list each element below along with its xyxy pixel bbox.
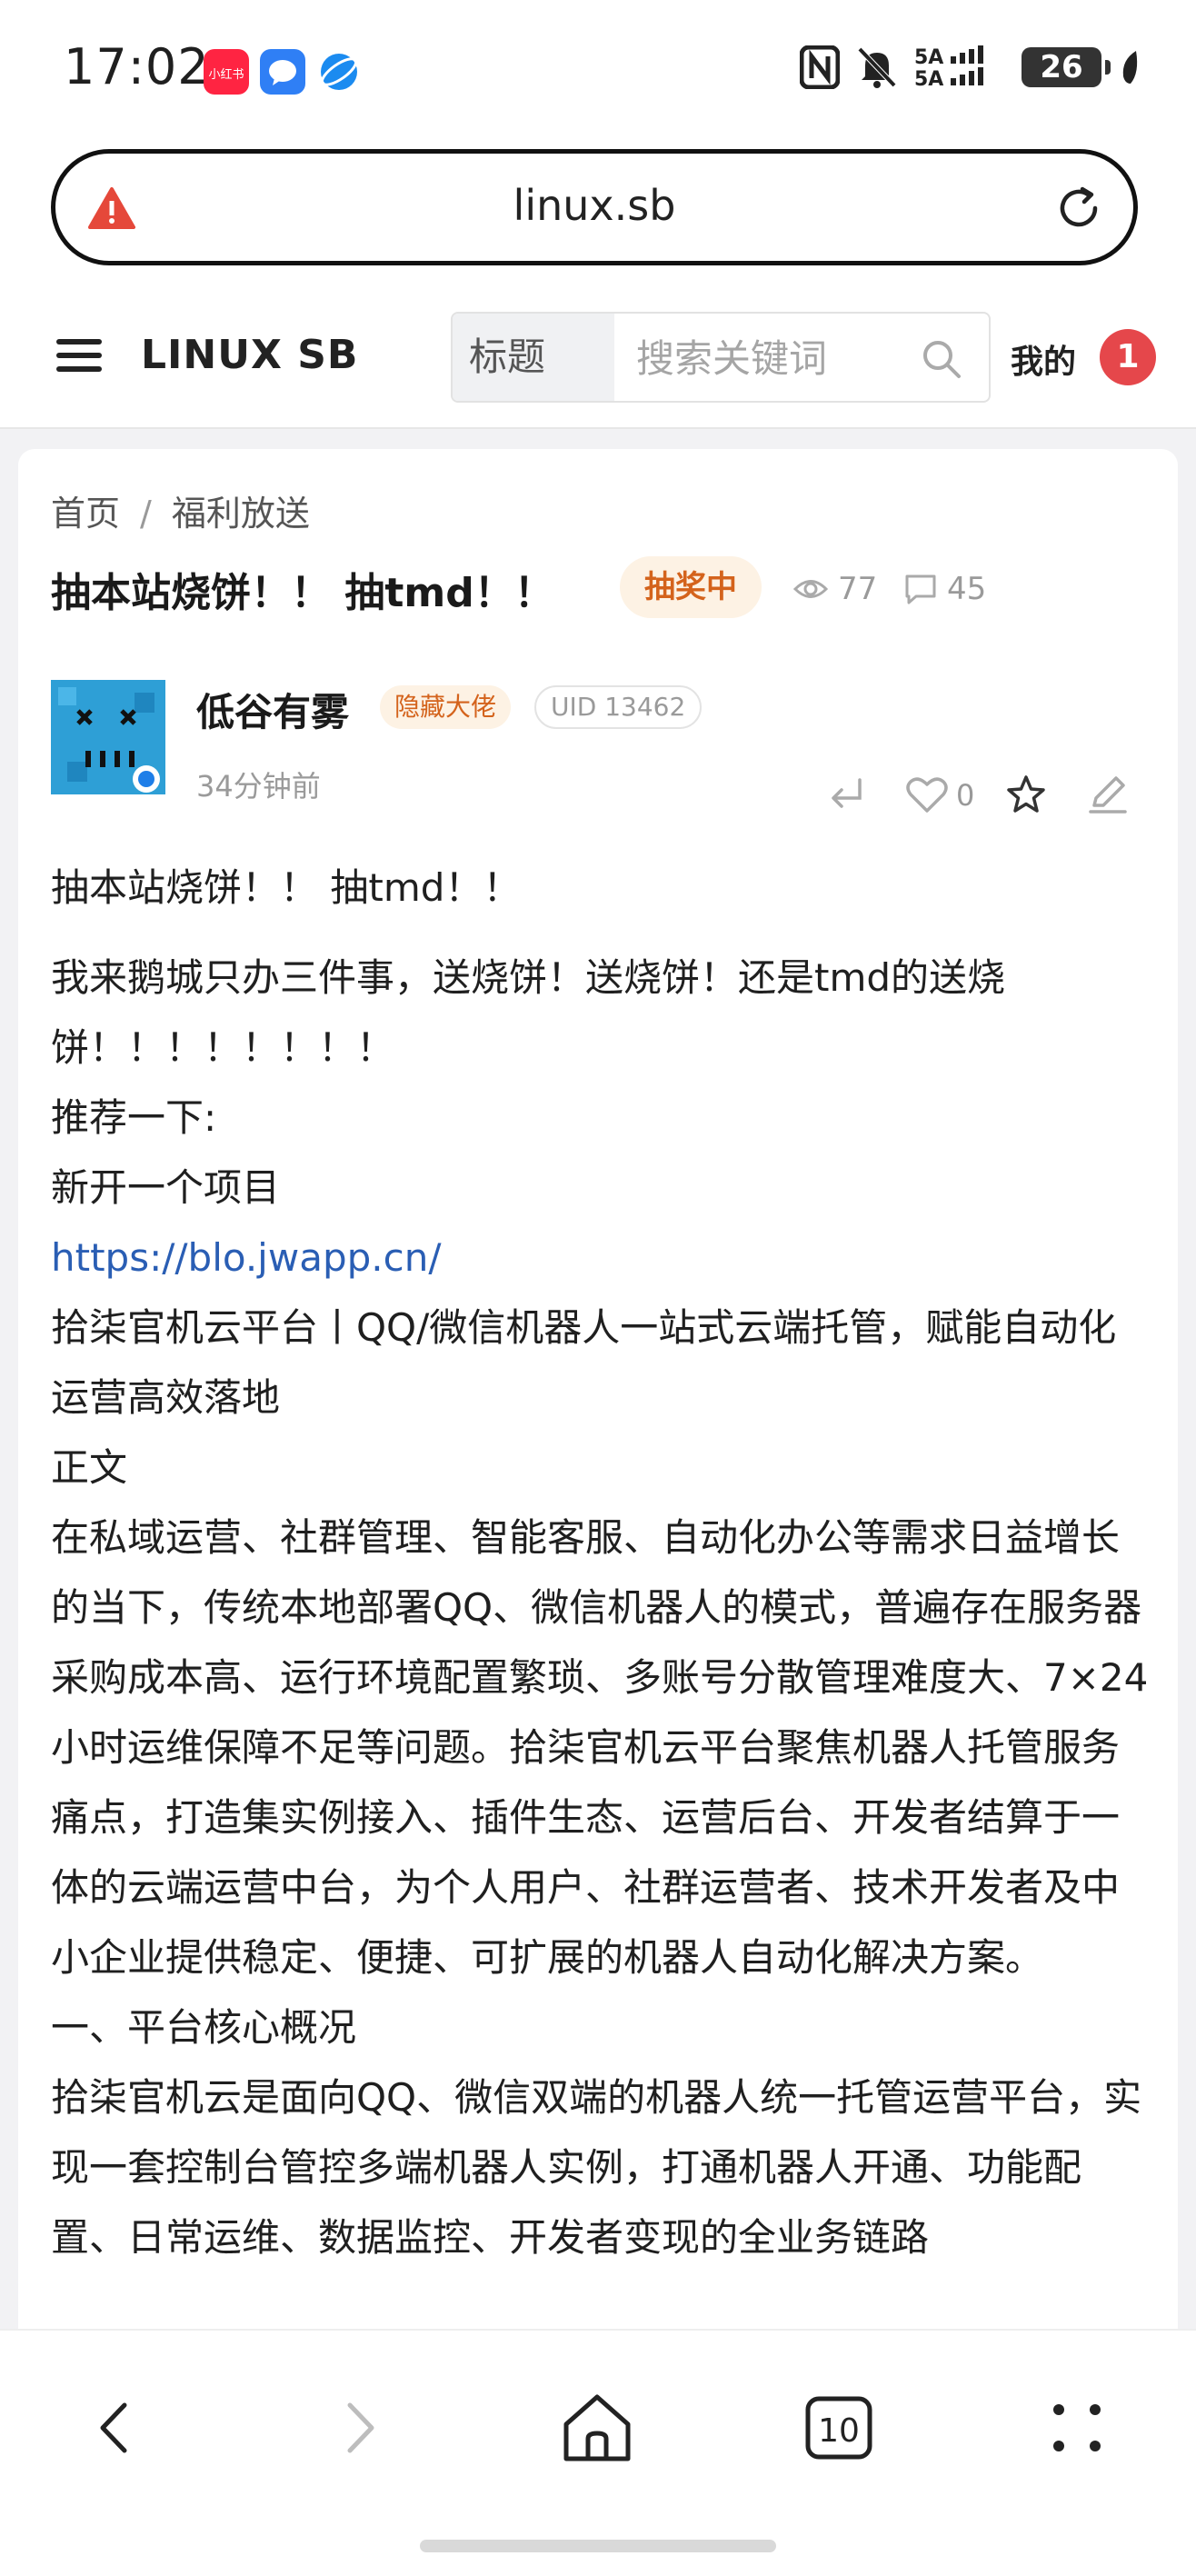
comment-icon bbox=[905, 574, 936, 604]
home-button[interactable] bbox=[547, 2378, 647, 2478]
mute-icon bbox=[857, 46, 897, 88]
svg-text:小红书: 小红书 bbox=[208, 67, 244, 82]
reply-icon[interactable] bbox=[825, 774, 869, 814]
star-icon[interactable] bbox=[1005, 774, 1047, 814]
content-paragraph: 拾柒官机云是面向QQ、微信双端的机器人统一托管运营平台，实现一套控制台管控多端机… bbox=[51, 2075, 1142, 2260]
home-indicator[interactable] bbox=[420, 2540, 776, 2552]
back-button[interactable] bbox=[65, 2378, 165, 2478]
content-paragraph: 在私域运营、社群管理、智能客服、自动化办公等需求日益增长的当下，传统本地部署QQ… bbox=[51, 1515, 1149, 1980]
more-menu-button[interactable] bbox=[1027, 2378, 1127, 2478]
breadcrumb-category[interactable]: 福利放送 bbox=[172, 494, 310, 534]
chevron-left-icon bbox=[100, 2402, 127, 2453]
edit-icon[interactable] bbox=[1085, 774, 1129, 814]
site-title[interactable]: LINUX SB bbox=[141, 332, 358, 378]
url-text[interactable]: linux.sb bbox=[55, 181, 1133, 230]
eye-icon bbox=[792, 580, 829, 598]
breadcrumb: 首页 / 福利放送 bbox=[51, 485, 310, 535]
xiaohongshu-icon: 小红书 bbox=[204, 49, 249, 95]
like-count: 0 bbox=[956, 778, 975, 813]
search-box: 标题 bbox=[451, 312, 991, 403]
post-time: 34分钟前 bbox=[196, 769, 321, 804]
post-title: 抽本站烧饼！！ 抽tmd！！ bbox=[51, 570, 554, 616]
content-paragraph: 推荐一下: bbox=[51, 1095, 217, 1140]
search-input[interactable] bbox=[634, 332, 874, 384]
menu-icon[interactable] bbox=[56, 339, 102, 372]
post-content: 抽本站烧饼！！ 抽tmd！！ 我来鹅城只办三件事，送烧饼！送烧饼！还是tmd的送… bbox=[51, 853, 1151, 2272]
search-category-select[interactable]: 标题 bbox=[453, 314, 614, 401]
nfc-icon bbox=[800, 45, 840, 89]
svg-text:5A: 5A bbox=[914, 68, 943, 89]
breadcrumb-home[interactable]: 首页 bbox=[51, 494, 120, 534]
more-dots-icon bbox=[1053, 2404, 1101, 2451]
status-bar: 17:02 小红书 5A 5A 26 bbox=[0, 0, 1196, 136]
status-badge: 抽奖中 bbox=[620, 556, 762, 618]
search-icon[interactable] bbox=[920, 337, 963, 381]
reload-icon[interactable] bbox=[1055, 185, 1102, 232]
home-icon bbox=[563, 2394, 631, 2461]
online-status-dot bbox=[133, 765, 160, 793]
tabs-icon: 10 bbox=[805, 2396, 872, 2460]
comment-count[interactable]: 45 bbox=[903, 571, 986, 607]
content-paragraph: 拾柒官机云平台丨QQ/微信机器人一站式云端托管，赋能自动化运营高效落地 bbox=[51, 1305, 1117, 1420]
notification-badge[interactable]: 1 bbox=[1100, 329, 1156, 385]
chevron-right-icon bbox=[347, 2402, 374, 2453]
like-icon[interactable] bbox=[905, 774, 949, 814]
svg-text:5A: 5A bbox=[914, 46, 943, 69]
content-paragraph: 抽本站烧饼！！ 抽tmd！！ bbox=[51, 865, 522, 910]
content-link[interactable]: https://blo.jwapp.cn/ bbox=[51, 1235, 441, 1280]
author-tag: 隐藏大佬 bbox=[380, 685, 512, 729]
address-bar[interactable]: linux.sb bbox=[51, 149, 1138, 265]
site-header: LINUX SB 标题 我的 1 bbox=[0, 286, 1196, 429]
post-card: 首页 / 福利放送 抽本站烧饼！！ 抽tmd！！ 抽奖中 77 45 低谷有雾 隐藏… bbox=[18, 449, 1178, 2449]
status-icons: 5A 5A 26 bbox=[800, 45, 1141, 89]
forward-button[interactable] bbox=[309, 2378, 409, 2478]
view-count: 77 bbox=[792, 571, 877, 607]
status-time: 17:02 bbox=[64, 38, 210, 95]
content-paragraph: 新开一个项目 bbox=[51, 1165, 281, 1210]
battery-indicator: 26 bbox=[1022, 47, 1111, 87]
bottom-nav-bar: 10 bbox=[0, 2329, 1196, 2576]
messages-icon bbox=[260, 49, 305, 95]
signal-icon: 5A 5A bbox=[914, 45, 983, 89]
leaf-icon bbox=[1122, 51, 1138, 84]
tabs-count: 10 bbox=[818, 2412, 860, 2450]
content-paragraph: 一、平台核心概况 bbox=[51, 2005, 357, 2050]
browser-toolbar: linux.sb bbox=[0, 136, 1196, 286]
view-count-value: 77 bbox=[838, 571, 878, 607]
browser-icon bbox=[316, 49, 362, 95]
comment-count-value: 45 bbox=[947, 571, 987, 607]
content-paragraph: 我来鹅城只办三件事，送烧饼！送烧饼！还是tmd的送烧饼！！！！！！！！ bbox=[51, 955, 1006, 1070]
author-name[interactable]: 低谷有雾 bbox=[196, 682, 349, 737]
mine-link[interactable]: 我的 bbox=[1011, 335, 1076, 383]
content-paragraph: 正文 bbox=[51, 1445, 128, 1490]
tabs-button[interactable]: 10 bbox=[789, 2378, 889, 2478]
author-uid: UID 13462 bbox=[534, 685, 703, 729]
breadcrumb-separator: / bbox=[140, 494, 152, 534]
